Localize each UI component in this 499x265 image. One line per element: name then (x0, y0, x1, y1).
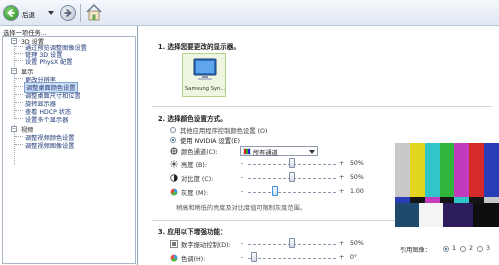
tree-connector (15, 144, 23, 145)
brightness-value: 50% (350, 160, 364, 167)
contrast-value: 50% (350, 174, 364, 181)
tree-connector (15, 136, 23, 137)
contrast-slider-thumb[interactable] (289, 172, 295, 182)
radio-nvidia[interactable] (170, 137, 176, 143)
reference-image-label: 引用图像： (400, 247, 431, 254)
vibrance-minus: - (241, 239, 244, 247)
back-label[interactable]: 后退 (22, 9, 35, 19)
gamma-icon (170, 188, 178, 196)
tree-connector (15, 118, 23, 119)
color-channel-value: 所有通道 (253, 150, 278, 157)
monitor-label: Samsung Syn... (185, 86, 226, 92)
hue-track[interactable] (248, 258, 336, 259)
colorbar (484, 143, 499, 197)
gamma-value: 1.00 (350, 188, 364, 195)
back-button[interactable] (3, 5, 19, 21)
gamma-minus: - (241, 187, 244, 195)
step-1-title: 1. 选择您要更改的显示器。 (158, 43, 240, 51)
tree-item[interactable]: 设置多个显示器 (25, 115, 68, 124)
vibrance-value: 50% (350, 240, 364, 247)
brightness-minus: - (241, 159, 244, 167)
toolbar-separator (80, 4, 81, 22)
step-3-title: 3. 应用以下增强功能： (158, 228, 227, 236)
reference-radio-3-label[interactable]: 3 (486, 245, 490, 252)
tree-connector (15, 53, 23, 54)
reference-radio-1-label[interactable]: 1 (452, 245, 456, 252)
brightness-label: 亮度 (B): (181, 162, 207, 169)
vibrance-plus: + (339, 239, 345, 247)
arrow-right-icon (64, 8, 72, 18)
vibrance-slider-thumb[interactable] (289, 238, 295, 248)
contrast-label: 对比度 (C): (181, 176, 214, 183)
home-button[interactable] (85, 3, 103, 22)
contrast-icon (170, 174, 178, 182)
collapse-icon[interactable]: − (11, 126, 17, 132)
step-2-title: 2. 选择颜色设置方式。 (158, 115, 227, 123)
gamma-plus: + (339, 187, 345, 195)
section-divider (152, 106, 492, 107)
colorbar (454, 143, 470, 197)
colorbar (409, 143, 425, 197)
hue-label: 色调(H): (181, 256, 206, 263)
tree-connector (15, 94, 23, 95)
monitor-icon (193, 58, 217, 80)
color-channel-icon (170, 147, 178, 155)
toolbar: 后退 (0, 0, 499, 26)
vibrance-label: 数字振动控制(D): (181, 242, 231, 249)
chevron-down-icon[interactable] (48, 11, 54, 15)
gamma-label: 灰度 (M): (181, 190, 209, 197)
color-channel-icon (243, 148, 251, 155)
colorbar (424, 143, 440, 197)
hue-icon (170, 254, 178, 262)
forward-button[interactable] (60, 5, 76, 21)
reference-image-bottom (395, 203, 499, 227)
tree-connector (15, 78, 23, 79)
brightness-slider-thumb[interactable] (289, 158, 295, 168)
range-note: 稍高和稍低的亮度及对比度值可限制灰度范围。 (176, 205, 306, 212)
brightness-icon (170, 160, 178, 168)
hue-minus: - (241, 253, 244, 261)
vibrance-icon (170, 240, 178, 248)
collapse-icon[interactable]: − (11, 38, 17, 44)
colorbar (469, 143, 485, 197)
reference-radio-1[interactable] (443, 246, 449, 252)
gamma-slider-thumb[interactable] (272, 186, 278, 196)
tree-connector (15, 110, 23, 111)
tree-connector (15, 60, 23, 61)
contrast-plus: + (339, 173, 345, 181)
hue-value: 0° (350, 254, 358, 261)
radio-nvidia-label[interactable]: 使用 NVIDIA 设置(E) (180, 136, 240, 145)
hue-slider-thumb[interactable] (251, 252, 257, 262)
task-tree: − 3D 设置 通过预览调整图像设置 管理 3D 设置 设置 PhysX 配置 … (2, 36, 136, 264)
color-channel-select[interactable]: 所有通道 (240, 146, 318, 157)
hue-plus: + (339, 253, 345, 261)
tree-item[interactable]: 设置 PhysX 配置 (25, 57, 72, 66)
colorbar (439, 143, 455, 197)
colorbar (395, 143, 410, 197)
reference-radio-2-label[interactable]: 2 (469, 245, 473, 252)
reference-radio-3[interactable] (477, 246, 483, 252)
color-channel-label: 颜色通道(C): (181, 149, 218, 156)
radio-other-app[interactable] (170, 127, 176, 133)
arrow-left-icon (7, 8, 15, 18)
tree-item[interactable]: 调整视频图像设置 (25, 141, 75, 150)
reference-image-colorbars (395, 143, 499, 197)
collapse-icon[interactable]: − (11, 68, 17, 74)
gamma-track[interactable] (248, 192, 336, 193)
tree-connector (15, 86, 23, 87)
tree-connector (15, 46, 23, 47)
brightness-plus: + (339, 159, 345, 167)
task-panel: 选择一项任务... − 3D 设置 通过预览调整图像设置 管理 3D 设置 设置… (0, 26, 138, 265)
radio-other-app-label[interactable]: 其他应用程序控制颜色设置 (O) (180, 126, 267, 135)
home-icon (86, 3, 102, 21)
contrast-minus: - (241, 173, 244, 181)
reference-radio-2[interactable] (460, 246, 466, 252)
chevron-down-icon (309, 150, 315, 154)
tree-connector (15, 102, 23, 103)
